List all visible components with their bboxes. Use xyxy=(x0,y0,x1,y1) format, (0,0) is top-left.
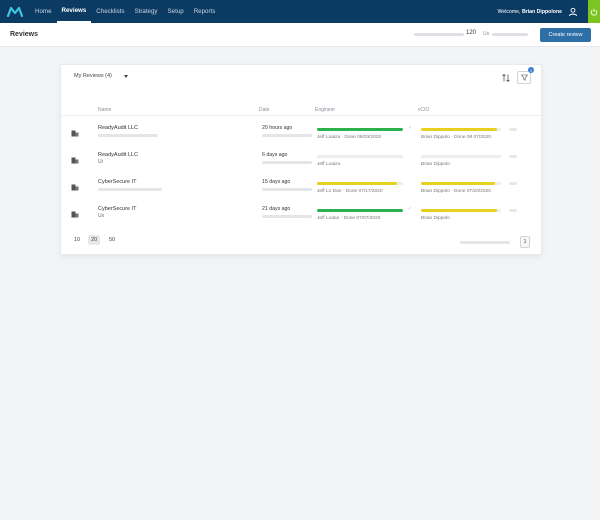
building-icon xyxy=(71,130,79,137)
row-sub-blurred xyxy=(98,188,162,191)
nav-reports[interactable]: Reports xyxy=(189,0,221,23)
row-date: 15 days ago xyxy=(262,179,291,185)
row-name[interactable]: CyberSecure IT xyxy=(98,179,137,185)
header-divider xyxy=(61,115,541,116)
stat-label-blurred xyxy=(414,33,464,36)
table-row[interactable]: CyberSecure IT Ux 21 days ago ✓ Jeff Lod… xyxy=(61,202,541,229)
stat-unit: Us xyxy=(483,31,490,37)
engineer-progress-bar xyxy=(317,209,403,212)
filter-icon xyxy=(520,74,528,81)
row-date: 6 days ago xyxy=(262,152,288,158)
nav-home[interactable]: Home xyxy=(30,0,57,23)
column-header-vcio[interactable]: vCIO xyxy=(418,107,429,113)
user-icon[interactable] xyxy=(568,7,578,17)
engineer-percent-blurred xyxy=(509,155,517,158)
stat-value: 120 xyxy=(466,30,477,36)
vcio-status: Brian Dippolo xyxy=(421,162,450,167)
check-icon: ✓ xyxy=(408,125,413,131)
engineer-progress-bar xyxy=(317,128,403,131)
caret-down-icon xyxy=(123,74,128,78)
page-size-10[interactable]: 10 xyxy=(74,237,80,243)
page-size-20[interactable]: 20 xyxy=(88,235,101,245)
filter-button[interactable] xyxy=(517,71,531,84)
dropdown-label: My Reviews (4) xyxy=(74,73,112,79)
row-date-blurred xyxy=(262,215,312,218)
row-sub: Ux xyxy=(98,213,105,219)
check-icon: ✓ xyxy=(408,206,413,212)
row-date: 20 hours ago xyxy=(262,125,293,131)
user-name: Brian Dippolone xyxy=(521,8,562,15)
vcio-percent-blurred xyxy=(509,128,517,131)
row-date-blurred xyxy=(262,161,312,164)
vcio-status: Brian Dippolo xyxy=(421,216,450,221)
create-review-button[interactable]: Create review xyxy=(540,28,591,42)
engineer-progress-track xyxy=(317,155,403,158)
table-row[interactable]: CyberSecure IT 15 days ago Jeff Lo Dan ·… xyxy=(61,175,541,202)
row-date-blurred xyxy=(262,188,312,191)
pagination-info-blurred xyxy=(460,241,510,244)
table-row[interactable]: ReadyAudit LLC Ui 6 days ago Jeff Loaiza… xyxy=(61,148,541,175)
row-sub-blurred xyxy=(98,134,158,137)
engineer-progress-bar xyxy=(317,182,397,185)
nav-setup[interactable]: Setup xyxy=(163,0,189,23)
reviews-filter-dropdown[interactable]: My Reviews (4) xyxy=(74,73,128,79)
row-sub: Ui xyxy=(98,159,103,165)
vcio-progress-bar xyxy=(421,209,497,212)
nav-strategy[interactable]: Strategy xyxy=(129,0,162,23)
engineer-status: Jeff Lo Dan · Done 07/17/2020 xyxy=(317,189,383,194)
table-row[interactable]: ReadyAudit LLC 20 hours ago ✓ Jeff Loaiz… xyxy=(61,121,541,148)
nav-checklists[interactable]: Checklists xyxy=(91,0,129,23)
vcio-progress-bar xyxy=(421,182,495,185)
building-icon xyxy=(71,211,79,218)
page-size-50[interactable]: 50 xyxy=(109,237,115,243)
page-title: Reviews xyxy=(10,31,39,38)
page-button-current[interactable]: 1 xyxy=(520,236,530,248)
row-name[interactable]: ReadyAudit LLC xyxy=(98,125,138,131)
filter-count-badge: 1 xyxy=(528,67,534,73)
building-icon xyxy=(71,157,79,164)
vcio-percent-blurred xyxy=(509,182,517,185)
welcome-text: Welcome, Brian Dippolone xyxy=(498,9,562,15)
vcio-status: Brian Dippolo · Done 08 07/2020 xyxy=(421,135,491,140)
stat-extra-blurred xyxy=(492,33,528,36)
row-name[interactable]: CyberSecure IT xyxy=(98,206,137,212)
logo[interactable] xyxy=(0,0,30,23)
vcio-status: Brian Dippolo · Done 07/20/2020 xyxy=(421,189,491,194)
top-nav: Home Reviews Checklists Strategy Setup R… xyxy=(0,0,600,23)
nav-reviews[interactable]: Reviews xyxy=(56,0,92,23)
page-header: Reviews 120 Us Create review xyxy=(0,23,600,47)
vcio-progress-bar xyxy=(421,128,497,131)
vcio-percent-blurred xyxy=(509,209,517,212)
building-icon xyxy=(71,184,79,191)
engineer-status: Jeff Lodan · Done 07/07/2020 xyxy=(317,216,381,221)
column-header-engineer[interactable]: Engineer xyxy=(315,107,335,113)
row-name[interactable]: ReadyAudit LLC xyxy=(98,152,138,158)
column-header-name[interactable]: Name xyxy=(98,107,111,113)
reviews-card: My Reviews (4) 1 Name Date Engineer vCIO… xyxy=(60,64,542,255)
row-date-blurred xyxy=(262,134,312,137)
column-header-date[interactable]: Date xyxy=(259,107,270,113)
power-button[interactable] xyxy=(588,0,600,23)
brand-logo-icon xyxy=(7,6,23,17)
vcio-progress-track xyxy=(421,155,501,158)
power-icon xyxy=(590,8,598,16)
welcome-prefix: Welcome, xyxy=(497,8,522,15)
engineer-status: Jeff Loaiza · Done 08/03/2020 xyxy=(317,135,382,140)
engineer-status: Jeff Loaiza xyxy=(317,162,341,167)
sort-icon[interactable] xyxy=(501,73,511,83)
row-date: 21 days ago xyxy=(262,206,291,212)
